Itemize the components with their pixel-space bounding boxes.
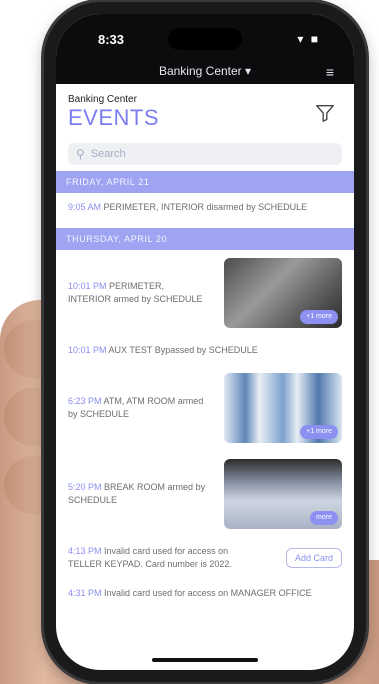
event-time: 4:31 PM	[68, 588, 102, 599]
status-icons: ▾ ■	[297, 32, 320, 46]
menu-icon[interactable]: ≡	[326, 64, 334, 80]
event-time: 9:05 AM	[68, 202, 102, 212]
page-subtitle: Banking Center	[68, 94, 137, 105]
event-item[interactable]: 6:23 PM ATM, ATM ROOM armed by SCHEDULE …	[56, 365, 354, 451]
page-title: EVENTS	[68, 105, 160, 130]
event-item[interactable]: 4:13 PM Invalid card used for access on …	[56, 537, 354, 579]
event-item[interactable]: 10:01 PM PERIMETER, INTERIOR armed by SC…	[56, 250, 354, 336]
dynamic-island	[168, 28, 242, 50]
event-time: 5:20 PM	[68, 482, 102, 493]
status-bar: 8:33 ▾ ■ Banking Center ▾ ≡	[56, 14, 354, 84]
more-badge[interactable]: +1 more	[300, 309, 338, 325]
more-badge[interactable]: more	[310, 510, 338, 526]
event-item[interactable]: 5:20 PM BREAK ROOM armed by SCHEDULE mor…	[56, 451, 354, 537]
search-placeholder: Search	[90, 148, 126, 160]
event-time: 10:01 PM	[68, 281, 107, 291]
add-card-button[interactable]: Add Card	[285, 548, 342, 569]
location-selector[interactable]: Banking Center ▾	[56, 64, 354, 78]
filter-icon[interactable]	[314, 102, 336, 124]
event-snapshot[interactable]: +1 more	[224, 258, 342, 329]
more-badge[interactable]: +1 more	[300, 424, 338, 440]
phone-screen: 8:33 ▾ ■ Banking Center ▾ ≡ Banking Cent…	[56, 14, 354, 670]
page-header: Banking Center EVENTS	[56, 84, 354, 135]
event-time: 10:01 PM	[68, 345, 107, 356]
home-indicator[interactable]	[152, 658, 258, 662]
event-time: 6:23 PM	[68, 396, 102, 407]
event-item[interactable]: 4:31 PM Invalid card used for access on …	[56, 579, 354, 608]
status-time: 8:33	[98, 32, 125, 47]
event-text: AUX TEST Bypassed by SCHEDULE	[108, 345, 258, 356]
search-icon: ⚲	[76, 147, 85, 161]
event-text: PERIMETER, INTERIOR disarmed by SCHEDULE	[103, 202, 308, 212]
phone-frame: 8:33 ▾ ■ Banking Center ▾ ≡ Banking Cent…	[44, 2, 366, 682]
event-item[interactable]: 10:01 PM AUX TEST Bypassed by SCHEDULE	[56, 336, 354, 365]
day-header: FRIDAY, APRIL 21	[56, 171, 354, 193]
event-item[interactable]: 9:05 AM PERIMETER, INTERIOR disarmed by …	[56, 193, 354, 222]
search-input[interactable]: ⚲ Search	[68, 143, 342, 165]
event-snapshot[interactable]: +1 more	[224, 373, 342, 444]
event-snapshot[interactable]: more	[224, 459, 342, 530]
day-header: THURSDAY, APRIL 20	[56, 228, 354, 251]
event-text: Invalid card used for access on MANAGER …	[104, 588, 312, 599]
event-time: 4:13 PM	[68, 546, 102, 557]
